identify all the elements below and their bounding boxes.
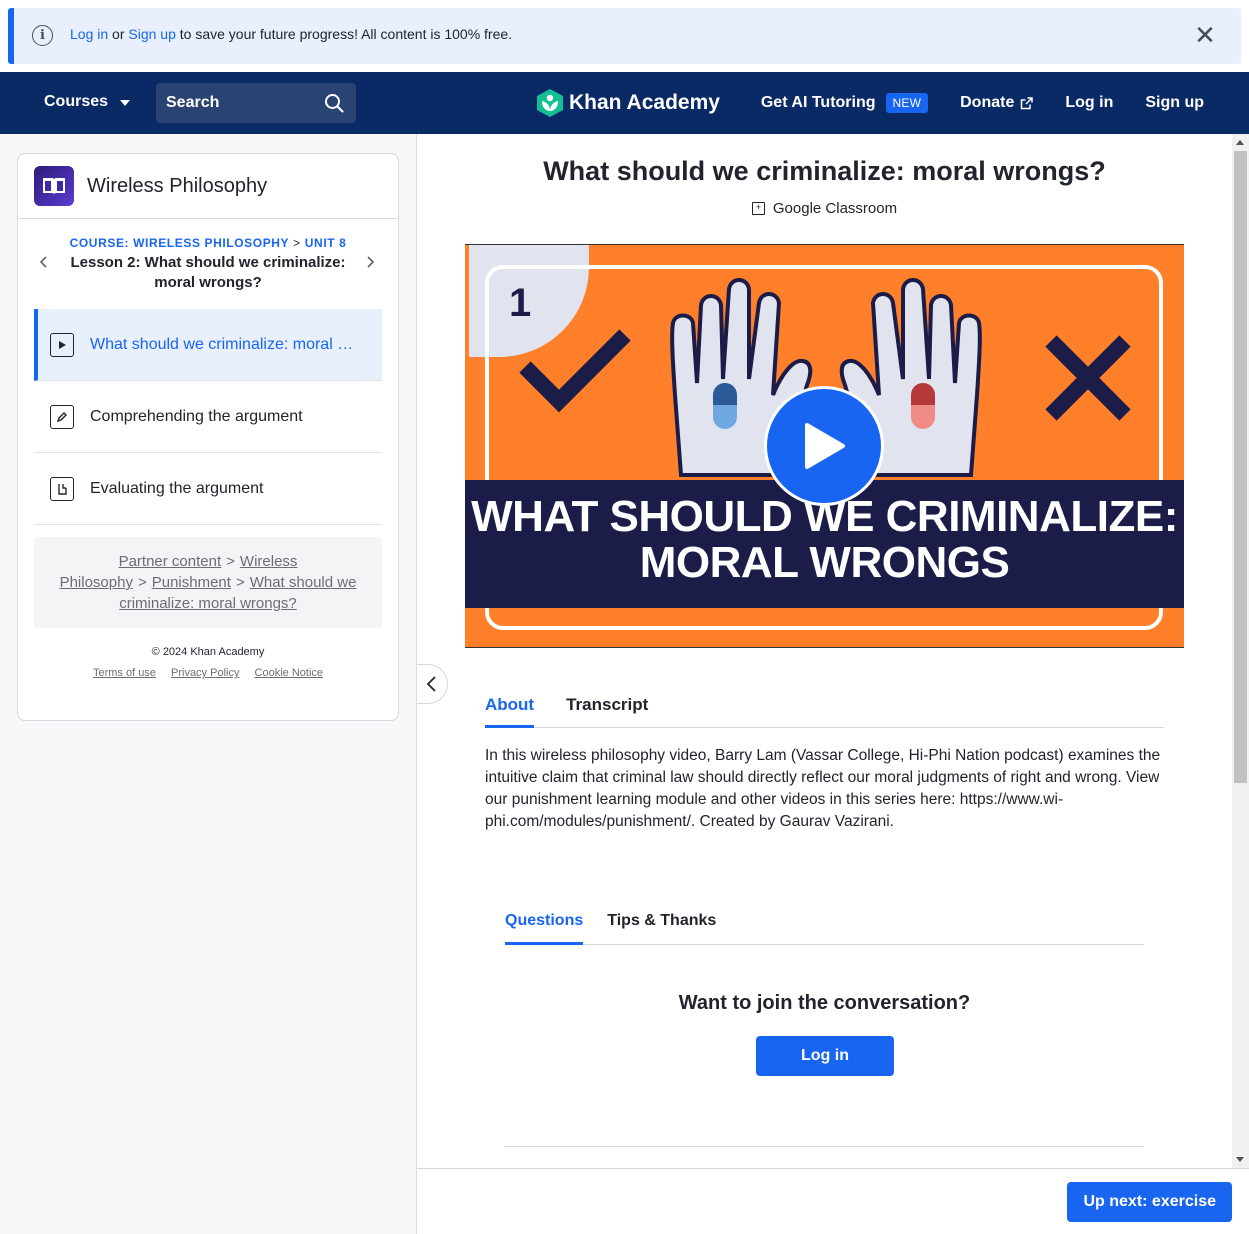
partner-content-link[interactable]: Partner content [119,553,222,570]
banner-or-text: or [108,26,129,42]
play-icon [805,423,845,469]
info-icon: i [32,25,53,46]
ai-tutoring-label: Get AI Tutoring [760,94,876,111]
signup-banner: i Log in or Sign up to save your future … [8,8,1241,64]
partner-breadcrumb: Partner content > Wireless Philosophy > Puni… [34,537,382,628]
video-thumbnail-line2: MORAL WRONGS [639,538,1010,587]
left-sidebar: Wireless Philosophy COURSE: WIRELESS PHI… [0,134,417,1234]
discussion-tabs: Questions Tips & Thanks [505,899,1144,945]
checkmark-icon [519,329,631,413]
privacy-link[interactable]: Privacy Policy [171,667,239,679]
pencil-icon [50,404,74,429]
book-icon [34,166,74,206]
lesson-item-video[interactable]: What should we criminalize: moral wrongs… [34,309,382,381]
section-divider [505,1146,1144,1147]
bottom-bar: Up next: exercise [417,1168,1249,1234]
breadcrumb-separator: > [226,553,235,570]
terms-link[interactable]: Terms of use [93,667,156,679]
chevron-left-icon[interactable] [36,254,52,270]
khan-academy-logo[interactable]: Khan Academy [537,89,720,117]
google-classroom-button[interactable]: + Google Classroom [417,200,1232,217]
copyright-text: © 2024 Khan Academy [151,646,265,658]
lesson-items-list: What should we criminalize: moral wrongs… [34,309,382,525]
content-tabs: About Transcript [485,682,1164,728]
chevron-right-icon[interactable] [362,254,378,270]
donate-link[interactable]: Donate [960,94,1034,112]
document-icon [50,476,74,501]
lesson-navigator: COURSE: WIRELESS PHILOSOPHY > UNIT 8 Lesso… [18,219,398,309]
banner-message-text: to save your future progress! All conten… [175,26,513,42]
breadcrumb-separator: > [293,236,301,250]
courses-menu-button[interactable]: Courses [44,93,131,111]
chevron-left-icon [426,676,436,692]
khan-leaf-icon [537,89,563,117]
scroll-down-arrow-icon[interactable] [1236,1157,1244,1162]
donate-label: Donate [960,94,1015,111]
search-input[interactable] [166,94,316,112]
banner-login-link[interactable]: Log in [70,26,108,42]
breadcrumb-separator: > [235,574,245,591]
search-icon[interactable] [324,93,344,113]
lesson-item-exercise-evaluating[interactable]: Evaluating the argument [34,453,382,525]
video-title: What should we criminalize: moral wrongs… [543,156,1106,186]
collapse-sidebar-button[interactable] [417,664,448,704]
lesson-item-label: What should we criminalize: moral wrongs… [90,335,360,353]
lesson-breadcrumb: COURSE: WIRELESS PHILOSOPHY > UNIT 8 [18,236,398,250]
external-link-icon [1021,96,1034,109]
footer-links: Terms of use Privacy Policy Cookie Notic… [18,667,398,679]
caret-down-icon [120,100,131,106]
logo-text: Khan Academy [569,91,720,114]
banner-signup-link[interactable]: Sign up [128,26,175,42]
scroll-up-arrow-icon[interactable] [1236,140,1244,145]
cross-icon [1045,335,1131,421]
top-navigation: Courses Khan Academy Get AI Tutoring NEW… [0,72,1249,134]
lesson-title: Lesson 2: What should we criminalize: mo… [70,254,346,291]
tab-questions[interactable]: Questions [505,899,584,945]
course-title: Wireless Philosophy [87,174,268,197]
lesson-item-exercise-comprehending[interactable]: Comprehending the argument [34,381,382,453]
nav-right-actions: Get AI Tutoring NEW Donate Log in Sign u… [761,93,1204,113]
about-description: In this wireless philosophy video, Barry… [485,747,1161,830]
play-button[interactable] [764,386,884,506]
banner-message: Log in or Sign up to save your future pr… [70,26,512,42]
course-card: Wireless Philosophy COURSE: WIRELESS PHI… [17,153,399,721]
scrollbar-thumb[interactable] [1234,151,1247,783]
lesson-item-label: Comprehending the argument [90,407,303,425]
cookie-link[interactable]: Cookie Notice [255,667,323,679]
breadcrumb-separator: > [137,574,147,591]
breadcrumb-course-link[interactable]: COURSE: WIRELESS PHILOSOPHY [70,236,290,250]
courses-label: Courses [44,93,109,110]
ai-tutoring-link[interactable]: Get AI Tutoring NEW [760,93,929,113]
join-conversation-heading: Want to join the conversation? [678,992,971,1014]
lesson-item-label: Evaluating the argument [90,479,264,497]
tab-transcript[interactable]: Transcript [566,682,648,728]
google-classroom-icon: + [751,202,765,215]
new-badge: NEW [885,93,929,113]
play-icon [50,332,74,357]
nav-signup-link[interactable]: Sign up [1145,94,1204,112]
main-content: What should we criminalize: moral wrongs… [417,134,1232,1168]
login-button[interactable]: Log in [756,1036,894,1076]
tab-about[interactable]: About [485,682,535,728]
google-classroom-label: Google Classroom [772,200,898,217]
video-player[interactable]: 1 WHAT SHOULD WE CRIMINALIZE: MORAL WRON… [465,244,1184,648]
tab-tips-thanks[interactable]: Tips & Thanks [607,899,716,945]
up-next-button[interactable]: Up next: exercise [1067,1182,1232,1222]
punishment-link[interactable]: Punishment [152,574,231,591]
nav-login-link[interactable]: Log in [1065,94,1113,112]
main-scrollbar[interactable] [1232,134,1249,1168]
close-icon[interactable]: ✕ [1193,22,1217,48]
search-box [156,83,356,123]
course-header[interactable]: Wireless Philosophy [18,154,398,219]
breadcrumb-unit-link[interactable]: UNIT 8 [305,236,347,250]
